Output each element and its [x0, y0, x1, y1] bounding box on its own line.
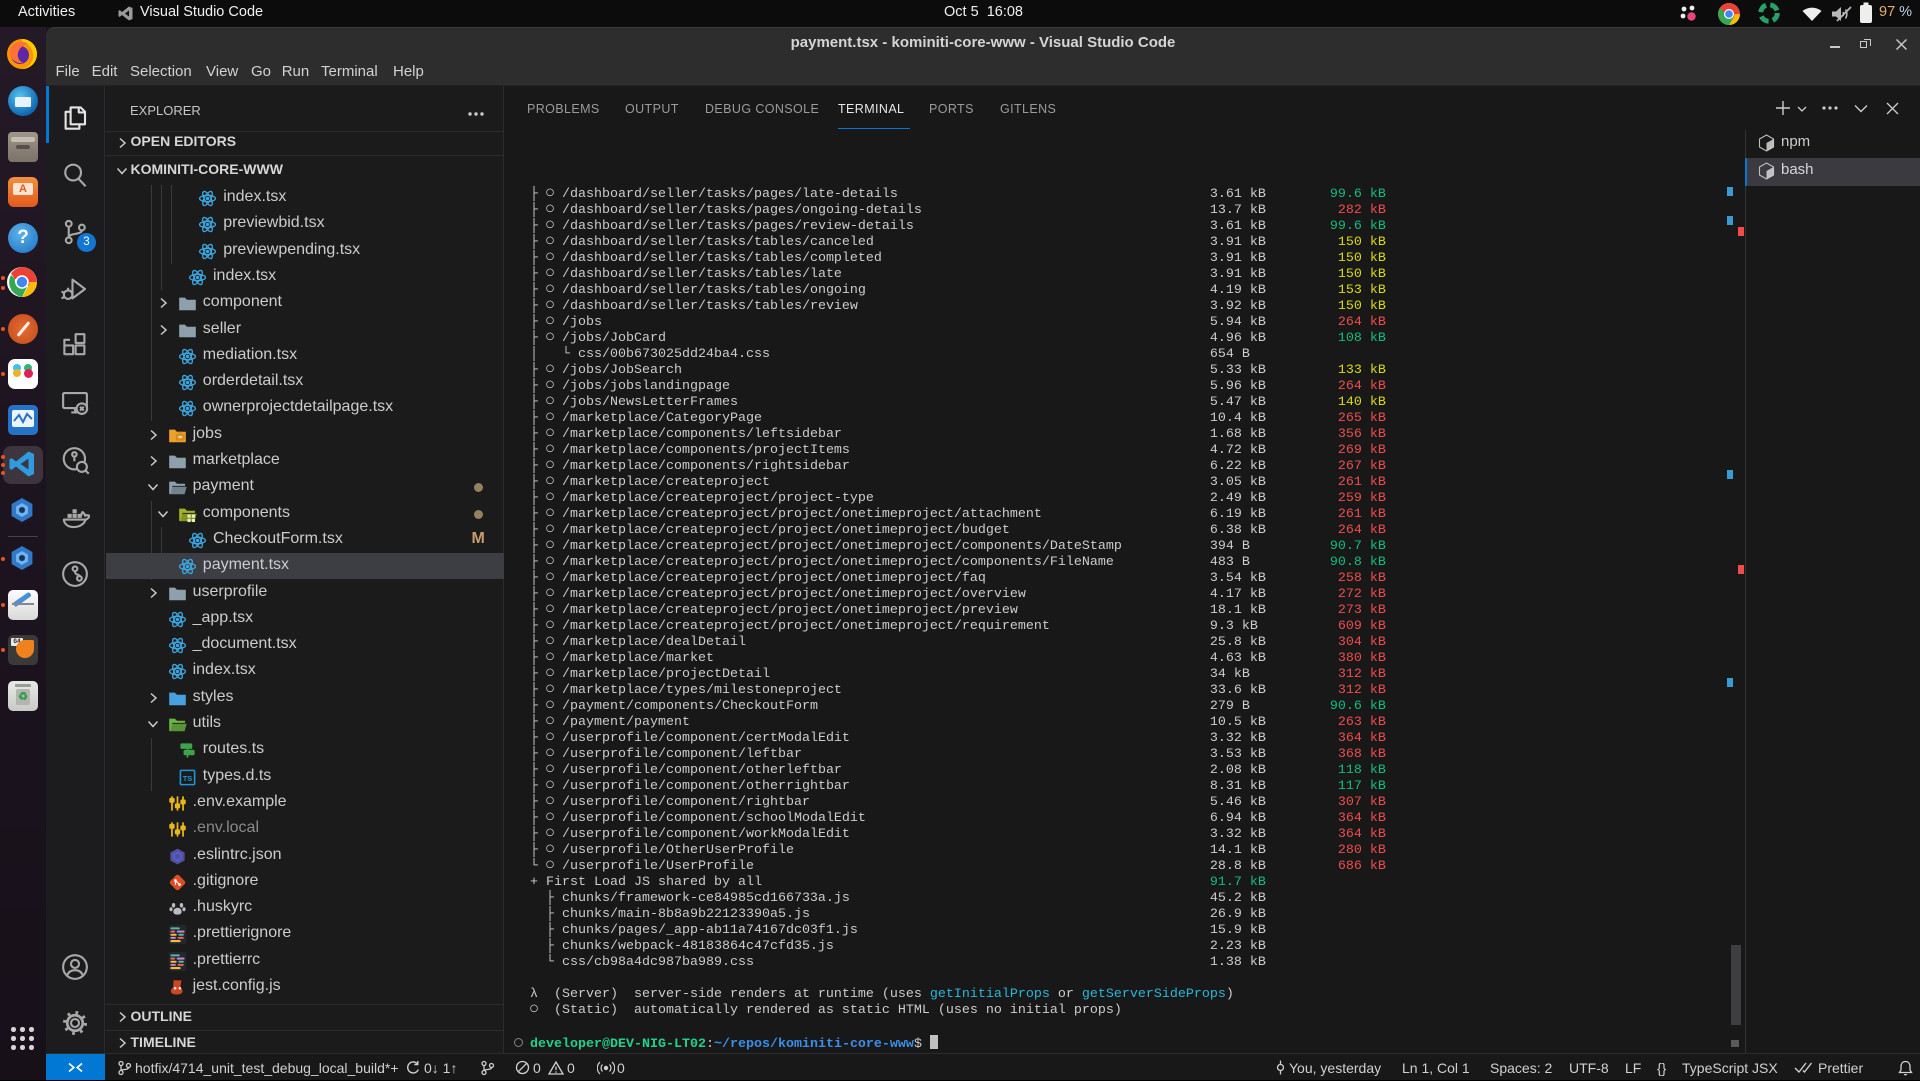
svg-text:TS: TS: [182, 774, 192, 783]
